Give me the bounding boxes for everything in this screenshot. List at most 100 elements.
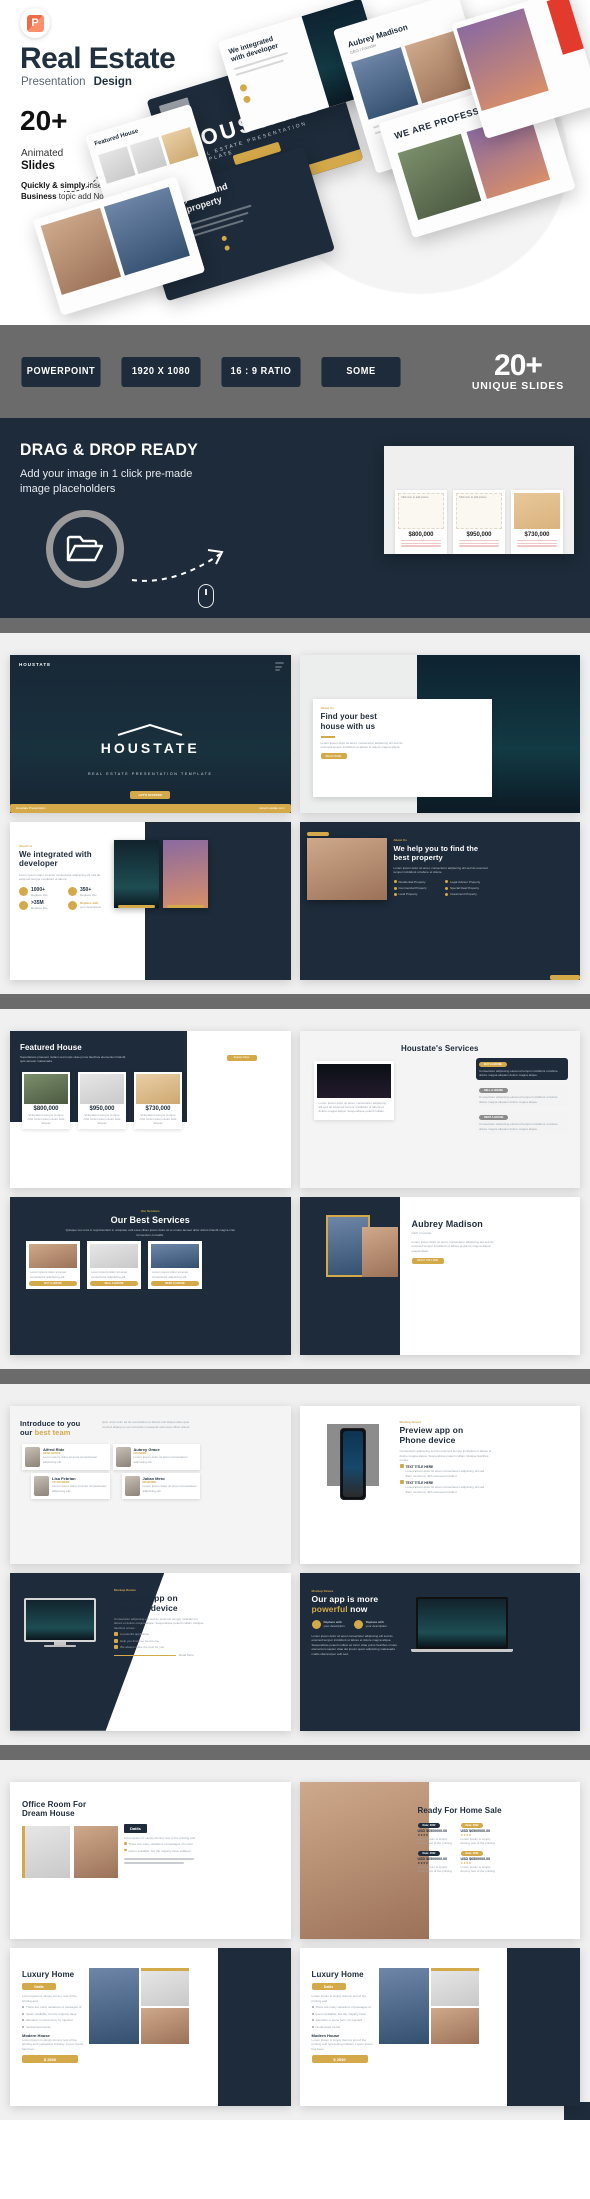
team-member[interactable]: Aubrey Grace FOUNDER Lorem ipsum dolor s… [112,1444,200,1471]
image-placeholder-filled[interactable] [514,493,560,529]
powerpoint-icon-letter: P [31,16,39,29]
service-card-badge: BUY A HOUSE [29,1281,77,1287]
our-best-services-slide[interactable]: Our Services Our Best Services Quisque n… [10,1197,291,1356]
luxury-home-slide-2[interactable]: Luxury Home Datils Lorem Ipsum is simply… [299,1948,580,2107]
member-desc: Lorem ipsum dolor sit amet consectetuer … [52,1484,107,1493]
stat-icon [19,887,28,897]
profile-slide[interactable]: Aubrey Madison CEO / Founder Lorem ipsum… [299,1197,580,1356]
listing-desc: Lorem Ipsum is simply dummy text of the … [460,1836,496,1846]
featured-explore-button[interactable]: Explore More [226,1054,257,1061]
listing-badge: Date: 2022 [460,1850,484,1856]
team-slide[interactable]: Introduce to you our best team Quis nost… [10,1406,291,1564]
unique-slides-count: 20+ [494,348,543,382]
service-card[interactable]: Lorem ipsum dolor sit amet consectetur a… [26,1241,80,1290]
price-card[interactable]: $950,000 Voluptatem tempor tempor nihil … [78,1071,126,1129]
service-card-badge: RENT A HOUSE [151,1281,199,1287]
cover-subtitle: REAL ESTATE PRESENTATION TEMPLATE [87,771,213,776]
cover-slide[interactable]: HOUSTATE HOUSTATE REAL ESTATE PRESENTATI… [10,655,291,813]
bullet-label: randomised words [315,2024,341,2029]
promo-page: P Real Estate Presentation Design 20+ Ani… [0,0,590,2121]
bullet-label: alteration in some form, by injected [26,2018,73,2023]
powerful-feature: Replace with your description [353,1619,387,1629]
price-card[interactable]: $800,000 Voluptatem tempor tempor nihil … [22,1071,70,1129]
houstate-services-slide[interactable]: Houstate's Services Lorem ipsum dolor si… [299,1030,580,1189]
service-item[interactable]: SELL A HOUSE Consectetur adipiscing eius… [476,1084,568,1108]
bullet-desc: Lorem ipsum dolor sit amet consectetuer … [405,1469,485,1478]
listing-item[interactable]: Date: 2022 USD $6500000.00 ★★★★ Lorem Ip… [417,1822,455,1846]
profile-button[interactable]: ABOUT ONLY ONE [411,1257,444,1264]
about-read-more-button[interactable]: READ MORE [320,753,347,760]
listing-item[interactable]: Date: 2022 USD $6500000.00 ★★★★ Lorem Ip… [460,1822,498,1846]
luxury-bullet: alteration in some form, by injected [311,2018,374,2022]
listing-item[interactable]: Date: 2022 USD $6500000.00 ★★★★ Lorem Ip… [417,1850,455,1874]
placeholder-lines [398,540,444,547]
powerful-title-highlight: powerful [311,1603,348,1614]
integrated-kicker: About Us [19,843,33,848]
featured-house-slide[interactable]: Featured House Superlatives praesent nul… [10,1030,291,1189]
help-find-property-slide[interactable]: About Us We help you to find the best pr… [299,821,580,980]
best-services-body: Quisque nec eros in reprehenderit in vol… [65,1228,235,1237]
drag-drop-description: Add your image in 1 click pre-made image… [20,468,193,495]
desktop-bullet: We always make the best for you [114,1644,206,1649]
hero-animated-label: Animated Slides [21,148,63,173]
luxury-bullet: alteration in some form, by injected [22,2018,84,2022]
bullet-label: Ipsum available, but the majority have s… [128,1848,191,1853]
unique-slides-label: UNIQUE SLIDES [471,379,564,392]
feature-label: Legal Advisor Property [450,879,481,884]
team-member[interactable]: Alfred Ride HEAD OFFICE Lorem ipsum dolo… [22,1444,110,1471]
service-card[interactable]: Lorem ipsum dolor sit amet consectetur a… [87,1241,141,1290]
service-item[interactable]: BUY A HOUSE Consectetur adipiscing eiusm… [476,1057,568,1081]
mouse-icon [198,584,214,608]
placeholder-card[interactable]: Click icon to add picture $950,000 [453,490,505,554]
home-sale-title: Ready For Home Sale [417,1805,502,1815]
feature-label: Special Deal Property [450,886,480,890]
office-bullet: Ipsum available, but the majority have s… [124,1848,200,1853]
luxury-body: Lorem Ipsum is simply dummy text of the … [22,1994,77,2003]
placeholder-lines [514,540,560,547]
placeholder-price: $800,000 [408,532,434,538]
cover-footer-left: Houstate Presentation [16,806,46,811]
home-sale-slide[interactable]: Ready For Home Sale Date: 2022 USD $6500… [299,1781,580,1940]
powerful-body: Lorem ipsum dolor sit amet consectetur a… [311,1633,398,1656]
luxury-price-button[interactable]: $ 2530 [22,2055,78,2064]
bullet-label: Ipsum available, but the majority have [315,2011,366,2016]
stat-icon [19,900,28,910]
team-member[interactable]: Lisa Febrian CO FOUNDER Lorem ipsum dolo… [31,1473,110,1500]
desktop-read-more-link[interactable]: Read More [179,1653,194,1657]
cover-cta-button[interactable]: LET'S STARTED [130,790,171,799]
about-us-slide[interactable]: About Us Find your best house with us Lo… [299,655,580,813]
placeholder-hint: Click icon to add picture [401,495,429,499]
placeholder-card[interactable]: Click icon to add picture $800,000 [395,490,447,554]
luxury-price-button[interactable]: $ 2530 [311,2055,368,2064]
powerful-app-slide[interactable]: Mockup Device Our app is more powerful n… [299,1572,580,1731]
desktop-preview-slide[interactable]: Mockup Device Preview app on Desktop dev… [10,1572,291,1731]
integrated-body: Lorem ipsum dolor sit amet consectetur a… [19,872,101,882]
feature-item: Investment Property [445,892,492,896]
bullet-label: There are many variations of passages of [315,2005,371,2010]
office-room-slide[interactable]: Office Room For Dream House Datils Lorem… [10,1781,291,1940]
feature-item: Residential Property [393,880,441,884]
image-placeholder[interactable]: Click icon to add picture [456,493,502,529]
section-divider [0,1369,590,1385]
team-member[interactable]: Julian Mero DESIGNER Lorem ipsum dolor s… [121,1473,200,1500]
drag-drop-section: DRAG & DROP READY Add your image in 1 cl… [0,418,590,618]
service-item[interactable]: RENT A HOUSE Consectetur adipiscing eius… [476,1111,568,1134]
desktop-bullet: Help you find your best home [114,1638,206,1643]
image-placeholder[interactable]: Click icon to add picture [398,493,444,529]
team-title-line2: our [20,1428,35,1438]
service-desc: Consectetur adipiscing eiusmod tempor in… [479,1122,558,1131]
placeholder-card[interactable]: $730,000 [511,490,563,554]
bullet-icon [114,1632,118,1637]
price-card[interactable]: $730,000 Voluptatem tempor tempor nihil … [134,1071,182,1129]
service-badge: SELL A HOUSE [479,1088,508,1094]
avatar [115,1447,131,1468]
integrated-slide[interactable]: About Us We integrated with developer Lo… [10,821,291,980]
luxury-badge: Datils [311,1983,346,1991]
listing-item[interactable]: Date: 2022 USD $6500000.00 ★★★★ Lorem Ip… [460,1850,498,1874]
listing-desc: Lorem Ipsum is simply dummy text of the … [417,1836,453,1846]
luxury-home-slide-1[interactable]: Luxury Home Datils Lorem Ipsum is simply… [10,1948,291,2107]
stat-item: 1000+ Replace this [19,887,62,897]
stat-value: 1000+ [31,886,46,893]
service-card[interactable]: Lorem ipsum dolor sit amet consectetur a… [148,1241,202,1290]
phone-preview-slide[interactable]: Mockup Device Preview app on Phone devic… [299,1406,580,1564]
